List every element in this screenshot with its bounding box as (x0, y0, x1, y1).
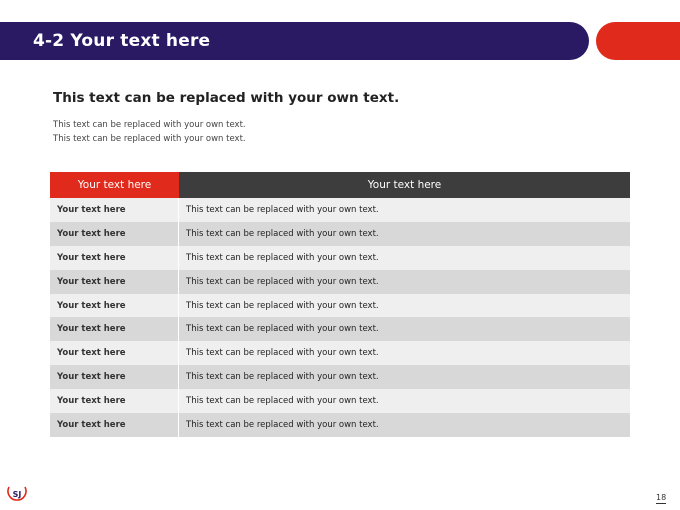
row-label-cell: Your text here (50, 198, 179, 222)
company-logo: SJ (5, 484, 29, 504)
row-label-cell: Your text here (50, 269, 179, 294)
table-row: Your text here This text can be replaced … (50, 269, 630, 294)
row-value-cell: This text can be replaced with your own … (186, 204, 379, 215)
table-body: Your text here This text can be replaced … (50, 198, 630, 437)
table-header: Your text here Your text here (50, 172, 630, 198)
row-label-cell: Your text here (50, 365, 179, 390)
row-value-cell: This text can be replaced with your own … (186, 348, 379, 359)
row-value-cell: This text can be replaced with your own … (186, 252, 379, 263)
table-row: Your text here This text can be replaced … (50, 317, 630, 342)
content-table: Your text here Your text here Your text … (50, 172, 630, 437)
row-value-cell: This text can be replaced with your own … (186, 300, 379, 311)
table-row: Your text here This text can be replaced … (50, 413, 630, 437)
title-bar: 4-2 Your text here (0, 22, 589, 60)
row-label-cell: Your text here (50, 221, 179, 246)
row-value-cell: This text can be replaced with your own … (186, 372, 379, 383)
row-value-cell: This text can be replaced with your own … (186, 276, 379, 287)
table-row: Your text here This text can be replaced … (50, 341, 630, 366)
page-number: 18 (656, 493, 667, 504)
table-row: Your text here This text can be replaced … (50, 389, 630, 414)
row-label-cell: Your text here (50, 389, 179, 414)
row-value-cell: This text can be replaced with your own … (186, 396, 379, 407)
row-label-cell: Your text here (50, 317, 179, 342)
table-header-cell: Your text here (179, 172, 630, 198)
row-value-cell: This text can be replaced with your own … (186, 419, 379, 430)
row-label-cell: Your text here (50, 413, 179, 437)
logo-text: SJ (13, 490, 22, 499)
table-row: Your text here This text can be replaced … (50, 221, 630, 246)
table-row: Your text here This text can be replaced … (50, 293, 630, 318)
table-header-cell: Your text here (50, 172, 179, 198)
table-row: Your text here This text can be replaced … (50, 198, 630, 222)
description-line: This text can be replaced with your own … (53, 120, 246, 130)
table-row: Your text here This text can be replaced … (50, 365, 630, 390)
row-value-cell: This text can be replaced with your own … (186, 228, 379, 239)
row-label-cell: Your text here (50, 341, 179, 366)
row-label-cell: Your text here (50, 245, 179, 270)
row-label-cell: Your text here (50, 293, 179, 318)
table-row: Your text here This text can be replaced … (50, 245, 630, 270)
accent-pill (596, 22, 680, 60)
description-line: This text can be replaced with your own … (53, 134, 246, 144)
row-value-cell: This text can be replaced with your own … (186, 324, 379, 335)
logo-icon: SJ (7, 486, 27, 501)
slide-title: 4-2 Your text here (33, 31, 211, 51)
slide-subtitle: This text can be replaced with your own … (53, 90, 400, 106)
